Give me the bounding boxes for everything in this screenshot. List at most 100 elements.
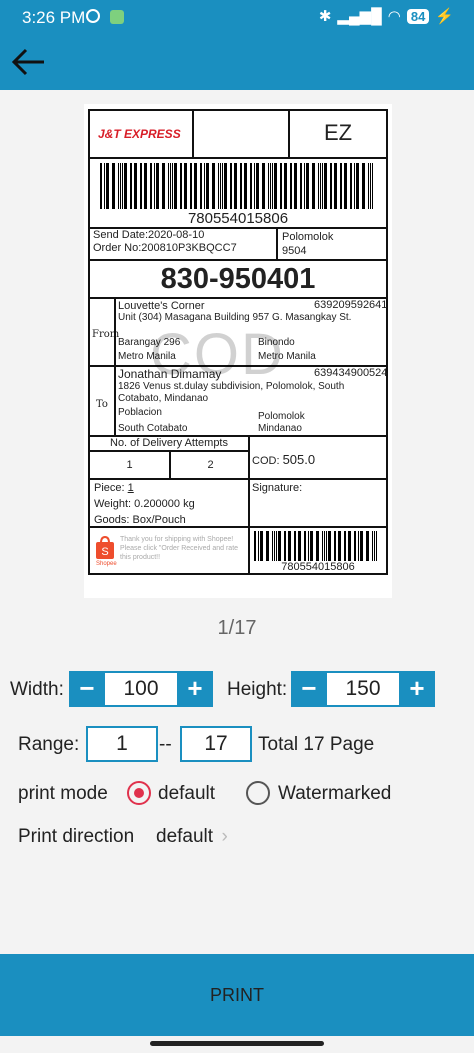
sender-name: Louvette's Corner: [118, 300, 205, 312]
barcode-bar: [262, 163, 265, 209]
print-mode-label: print mode: [18, 783, 108, 804]
width-increase-button[interactable]: +: [177, 671, 213, 707]
barcode-bar: [318, 163, 319, 209]
barcode-bar: [294, 531, 296, 561]
height-increase-button[interactable]: +: [399, 671, 435, 707]
mode-default-label[interactable]: default: [158, 783, 215, 805]
destination-city: Polomolok: [282, 231, 334, 243]
barcode-bar: [124, 163, 127, 209]
barcode-bar: [100, 163, 102, 209]
chevron-right-icon: ›: [221, 826, 228, 847]
width-label: Width:: [10, 679, 64, 700]
barcode: [100, 163, 373, 209]
barcode-bar: [368, 163, 369, 209]
barcode-bar: [200, 163, 202, 209]
barcode-bar: [338, 531, 341, 561]
barcode-bar: [310, 531, 313, 561]
barcode-bar: [304, 531, 306, 561]
app-bar: [0, 34, 474, 90]
barcode-bar: [334, 163, 337, 209]
page-indicator: 1/17: [217, 617, 257, 639]
weight: Weight: 0.200000 kg: [94, 498, 195, 510]
height-label: Height:: [227, 679, 288, 700]
barcode-bar: [340, 163, 342, 209]
to-label: To: [96, 399, 108, 410]
barcode-bar: [218, 163, 219, 209]
status-time: 3:26 PM: [22, 8, 86, 27]
mode-watermarked-label[interactable]: Watermarked: [278, 783, 391, 805]
width-value[interactable]: 100: [105, 671, 177, 707]
barcode-bar: [370, 163, 371, 209]
barcode-bar: [334, 531, 336, 561]
barcode-bar: [272, 163, 273, 209]
jt-logo-text: J&T EXPRESS: [98, 127, 181, 141]
barcode-bar: [300, 163, 302, 209]
label-preview: J&T EXPRESS EZ 780554015806 Send Date:20…: [84, 104, 392, 598]
barcode-bar: [290, 163, 292, 209]
goods: Goods: Box/Pouch: [94, 514, 186, 526]
attempts-title: No. of Delivery Attempts: [110, 437, 228, 449]
barcode-bar: [344, 163, 347, 209]
height-value[interactable]: 150: [327, 671, 399, 707]
total-pages: Total 17 Page: [258, 734, 375, 755]
barcode-bar: [372, 163, 373, 209]
width-decrease-button[interactable]: −: [69, 671, 105, 707]
height-decrease-button[interactable]: −: [291, 671, 327, 707]
receiver-barangay: Poblacion: [118, 407, 162, 418]
barcode-bar: [284, 163, 287, 209]
alarm-icon: [86, 9, 100, 23]
barcode-bar: [272, 531, 273, 561]
barcode-bar: [312, 163, 315, 209]
cod-label: COD:: [252, 455, 280, 467]
barcode-bar: [294, 163, 297, 209]
barcode-bar: [156, 163, 159, 209]
barcode-bar: [328, 531, 331, 561]
tracking-number-small: 780554015806: [281, 561, 355, 573]
barcode-bar: [168, 163, 169, 209]
barcode-bar: [270, 163, 271, 209]
barcode-bar: [194, 163, 197, 209]
send-date: Send Date:2020-08-10: [93, 229, 205, 241]
barcode-bar: [316, 531, 319, 561]
jt-logo: J&T EXPRESS: [90, 111, 192, 157]
barcode-bar: [106, 163, 109, 209]
barcode-bar: [140, 163, 142, 209]
back-arrow-icon[interactable]: [10, 46, 48, 78]
barcode-bar: [118, 163, 119, 209]
status-icons: ✱ ▂▄▆█ ◠ 84 ⚡: [319, 7, 454, 25]
shipping-label: J&T EXPRESS EZ 780554015806 Send Date:20…: [88, 109, 388, 575]
barcode-bar: [104, 163, 105, 209]
service-code: EZ: [323, 120, 353, 145]
barcode-bar: [358, 531, 359, 561]
range-label: Range:: [18, 734, 80, 755]
print-direction-label: Print direction: [18, 826, 135, 847]
barcode-bar: [120, 163, 121, 209]
barcode-bar: [344, 531, 346, 561]
barcode-bar: [222, 163, 223, 209]
barcode-bar: [206, 163, 209, 209]
status-bar: 3:26 PM ✱ ▂▄▆█ ◠ 84 ⚡: [0, 0, 474, 34]
barcode-bar: [360, 531, 363, 561]
barcode-bar: [250, 163, 252, 209]
barcode-bar: [230, 163, 232, 209]
cod-amount: COD: 505.0: [252, 452, 315, 467]
barcode-bar: [220, 163, 221, 209]
attempt-2: 2: [207, 459, 214, 471]
barcode-bar: [244, 163, 247, 209]
print-direction-selector[interactable]: default ›: [156, 826, 228, 848]
barcode-bar: [288, 531, 291, 561]
range-to-input[interactable]: 17: [180, 726, 252, 762]
receiver-province: South Cotabato: [118, 423, 188, 434]
barcode-bar: [240, 163, 242, 209]
barcode-bar: [130, 163, 132, 209]
radio-default[interactable]: [127, 781, 151, 805]
destination-code: 9504: [282, 245, 307, 257]
range-from-input[interactable]: 1: [86, 726, 158, 762]
print-button[interactable]: PRINT: [0, 954, 474, 1036]
barcode-bar: [348, 531, 351, 561]
barcode-bar: [304, 163, 305, 209]
barcode-bar: [298, 531, 301, 561]
barcode-bar: [326, 531, 327, 561]
shopee-logo: Shopee: [96, 561, 117, 567]
radio-watermarked[interactable]: [246, 781, 270, 805]
